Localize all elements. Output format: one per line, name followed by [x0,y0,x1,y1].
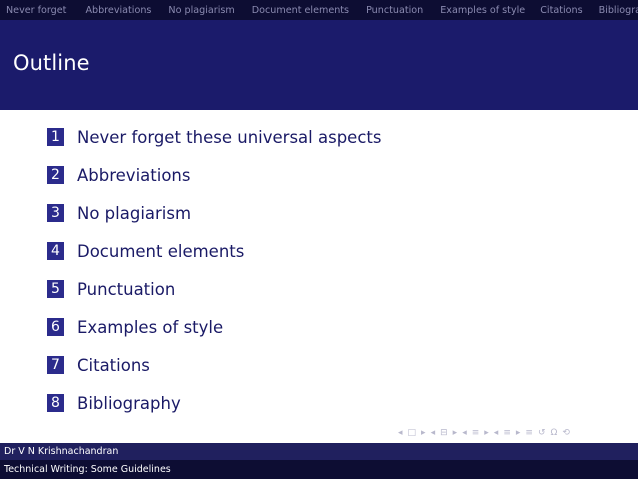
nav-item-punctuation[interactable]: Punctuation [366,5,423,16]
outline-item[interactable]: 3 No plagiarism [47,194,381,232]
outline-number-badge: 6 [47,318,64,336]
document-icon[interactable]: ≡ [525,428,533,438]
outline-number-badge: 5 [47,280,64,298]
slide-icon[interactable]: □ [408,428,417,438]
prev-section-icon[interactable]: ◂ [494,428,499,438]
outline-list: 1 Never forget these universal aspects 2A… [47,118,381,422]
outline-item[interactable]: 1 Never forget these universal aspects [47,118,381,156]
prev-frame-icon[interactable]: ◂ [431,428,436,438]
outline-number-badge: 2 [47,166,64,184]
nav-item-citations[interactable]: Citations [540,5,582,16]
outline-item-label: Citations [77,355,150,375]
outline-item-label: Punctuation [77,279,176,299]
subsection-icon[interactable]: ≡ [472,428,480,438]
footer-author: Dr V N Krishnachandran [0,443,638,460]
outline-item[interactable]: 8 Bibliography [47,384,381,422]
nav-item-never-forget[interactable]: Never forget [6,5,66,16]
outline-number-badge: 7 [47,356,64,374]
outline-number-badge: 4 [47,242,64,260]
frame-title: Outline [13,51,90,75]
outline-item-label: Examples of style [77,317,224,337]
next-subsection-icon[interactable]: ▸ [484,428,489,438]
footer-presentation-title: Technical Writing: Some Guidelines [0,460,638,479]
next-section-icon[interactable]: ▸ [516,428,521,438]
outline-item-label: Document elements [77,241,245,261]
outline-item-label: Bibliography [77,393,181,413]
outline-item[interactable]: 6 Examples of style [47,308,381,346]
prev-slide-icon[interactable]: ◂ [398,428,403,438]
prev-subsection-icon[interactable]: ◂ [462,428,467,438]
outline-number-badge: 1 [47,128,64,146]
search-icon[interactable]: Ω [551,428,558,438]
outline-item[interactable]: 5 Punctuation [47,270,381,308]
frame-icon[interactable]: ⊟ [440,428,448,438]
outline-item[interactable]: 7 Citations [47,346,381,384]
nav-item-abbreviations[interactable]: Abbreviations [85,5,151,16]
nav-item-document-elements[interactable]: Document elements [252,5,349,16]
section-navigation-bar: Never forget Abbreviations No plagiarism… [0,0,638,20]
outline-number-badge: 3 [47,204,64,222]
frame-title-bar: Outline [0,20,638,110]
next-frame-icon[interactable]: ▸ [453,428,458,438]
forward-icon[interactable]: ⟲ [562,428,570,438]
section-icon[interactable]: ≡ [503,428,511,438]
outline-item-label: Never forget these universal aspects [77,127,382,147]
back-icon[interactable]: ↺ [538,428,546,438]
next-slide-icon[interactable]: ▸ [421,428,426,438]
nav-item-examples-of-style[interactable]: Examples of style [440,5,525,16]
beamer-navigation-controls: ◂ □ ▸ ◂ ⊟ ▸ ◂ ≡ ▸ ◂ ≡ ▸ ≡ ↺ Ω ⟲ [398,426,575,440]
outline-item-label: Abbreviations [77,165,191,185]
outline-item[interactable]: 4 Document elements [47,232,381,270]
outline-number-badge: 8 [47,394,64,412]
footer: Dr V N Krishnachandran Technical Writing… [0,443,638,479]
outline-item-label: No plagiarism [77,203,192,223]
nav-item-no-plagiarism[interactable]: No plagiarism [168,5,234,16]
outline-item[interactable]: 2 Abbreviations [47,156,381,194]
nav-item-bibliography[interactable]: Bibliography [599,5,638,16]
